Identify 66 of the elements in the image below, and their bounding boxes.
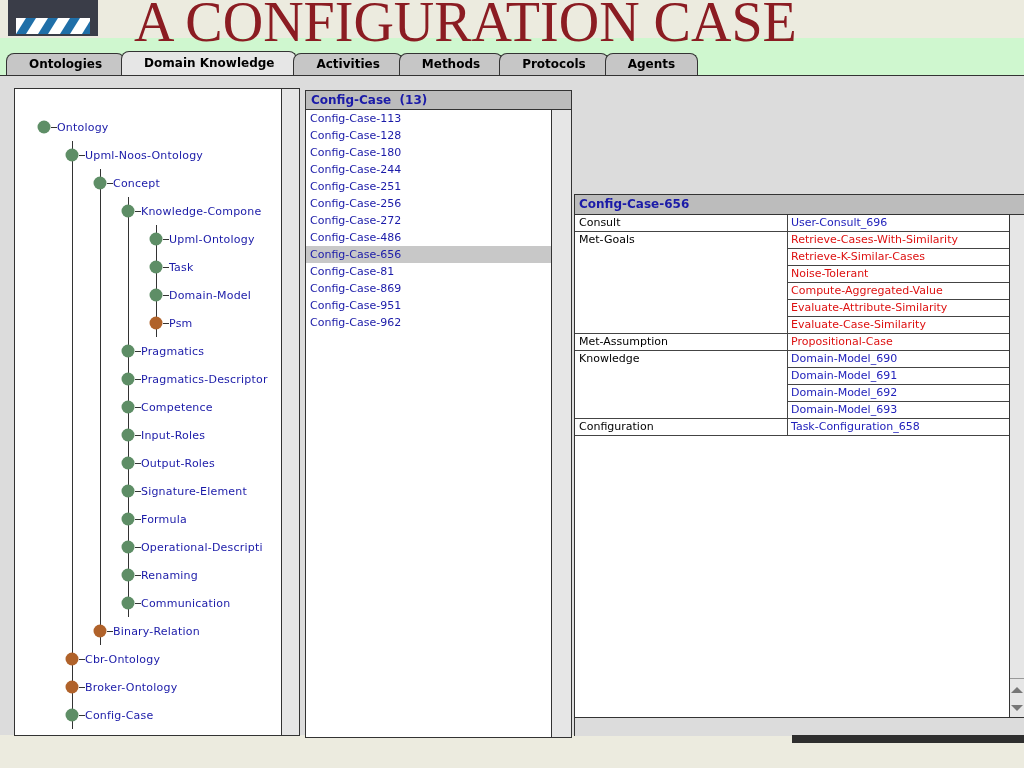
table-cell[interactable]: Compute-Aggregated-Value xyxy=(788,282,1009,299)
list-item[interactable]: Config-Case-272 xyxy=(306,212,551,229)
table-cell[interactable]: Retrieve-Cases-With-Similarity xyxy=(788,232,1009,248)
striped-logo-icon xyxy=(8,0,98,36)
tree-item[interactable]: Renaming xyxy=(141,568,198,582)
tree-item[interactable]: Pragmatics-Descriptor xyxy=(141,372,268,386)
tree-item[interactable]: Output-Roles xyxy=(141,456,215,470)
tree-item[interactable]: Knowledge-Compone xyxy=(141,204,262,218)
list-item[interactable]: Config-Case-81 xyxy=(306,263,551,280)
tree-item[interactable]: Upml-Noos-Ontology xyxy=(85,148,204,162)
table-cell[interactable]: Evaluate-Case-Similarity xyxy=(788,316,1009,333)
list-header: Config-Case (13) xyxy=(305,90,572,110)
list-item[interactable]: Config-Case-486 xyxy=(306,229,551,246)
scroll-bar[interactable] xyxy=(282,88,300,736)
table-cell: Knowledge xyxy=(575,351,788,418)
tree-item[interactable]: Cbr-Ontology xyxy=(85,652,161,666)
scroll-bar[interactable] xyxy=(551,110,571,737)
table-cell: Configuration xyxy=(575,419,788,435)
table-cell[interactable]: Noise-Tolerant xyxy=(788,265,1009,282)
table-cell[interactable]: Domain-Model_692 xyxy=(788,384,1009,401)
tree-item[interactable]: Concept xyxy=(113,176,160,190)
table-cell: Met-Goals xyxy=(575,232,788,333)
tree-item[interactable]: Formula xyxy=(141,512,187,526)
tree-item[interactable]: Signature-Element xyxy=(141,484,247,498)
tree-item[interactable]: Ontology xyxy=(57,120,109,134)
list-item[interactable]: Config-Case-656 xyxy=(306,246,551,263)
tree-item[interactable]: Input-Roles xyxy=(141,428,206,442)
table-cell[interactable]: Task-Configuration_658 xyxy=(788,419,1009,435)
tab[interactable]: Protocols xyxy=(499,53,609,75)
table-cell[interactable]: Retrieve-K-Similar-Cases xyxy=(788,248,1009,265)
list-item[interactable]: Config-Case-113 xyxy=(306,110,551,127)
slide-title: A CONFIGURATION CASE xyxy=(134,0,797,48)
tree-item[interactable]: Config-Case xyxy=(85,708,154,722)
tree-item[interactable]: Competence xyxy=(141,400,213,414)
list-item[interactable]: Config-Case-128 xyxy=(306,127,551,144)
tree-item[interactable]: Operational-Descripti xyxy=(141,540,263,554)
table-cell[interactable]: Evaluate-Attribute-Similarity xyxy=(788,299,1009,316)
list-item[interactable]: Config-Case-256 xyxy=(306,195,551,212)
tab[interactable]: Agents xyxy=(604,53,699,75)
table-cell[interactable]: Domain-Model_693 xyxy=(788,401,1009,418)
tree-item[interactable]: Psm xyxy=(169,316,193,330)
scroll-bar[interactable] xyxy=(1009,215,1024,717)
scroll-bar[interactable] xyxy=(574,717,1024,736)
table-cell: Met-Assumption xyxy=(575,334,788,350)
tree-item[interactable]: Broker-Ontology xyxy=(85,680,178,694)
table-cell[interactable]: Domain-Model_690 xyxy=(788,351,1009,367)
table-cell[interactable]: Domain-Model_691 xyxy=(788,367,1009,384)
list-item[interactable]: Config-Case-180 xyxy=(306,144,551,161)
table-cell: Consult xyxy=(575,215,788,231)
tree-item[interactable]: Binary-Relation xyxy=(113,624,200,638)
tree-item[interactable]: Domain-Model xyxy=(169,288,252,302)
list-item[interactable]: Config-Case-962 xyxy=(306,314,551,331)
tree-item[interactable]: Pragmatics xyxy=(141,344,205,358)
list-item[interactable]: Config-Case-951 xyxy=(306,297,551,314)
table-cell[interactable]: Propositional-Case xyxy=(788,334,1009,350)
tree-item[interactable]: Task xyxy=(169,260,194,274)
tree-item[interactable]: Upml-Ontology xyxy=(169,232,255,246)
detail-header: Config-Case-656 xyxy=(574,194,1024,215)
tab[interactable]: Activities xyxy=(293,53,403,75)
list-item[interactable]: Config-Case-869 xyxy=(306,280,551,297)
list-item[interactable]: Config-Case-244 xyxy=(306,161,551,178)
scroll-up-icon[interactable] xyxy=(1010,685,1024,695)
list-item[interactable]: Config-Case-251 xyxy=(306,178,551,195)
tree-item[interactable]: Communication xyxy=(141,596,231,610)
scroll-down-icon[interactable] xyxy=(1010,703,1024,713)
table-cell[interactable]: User-Consult_696 xyxy=(788,215,1009,231)
